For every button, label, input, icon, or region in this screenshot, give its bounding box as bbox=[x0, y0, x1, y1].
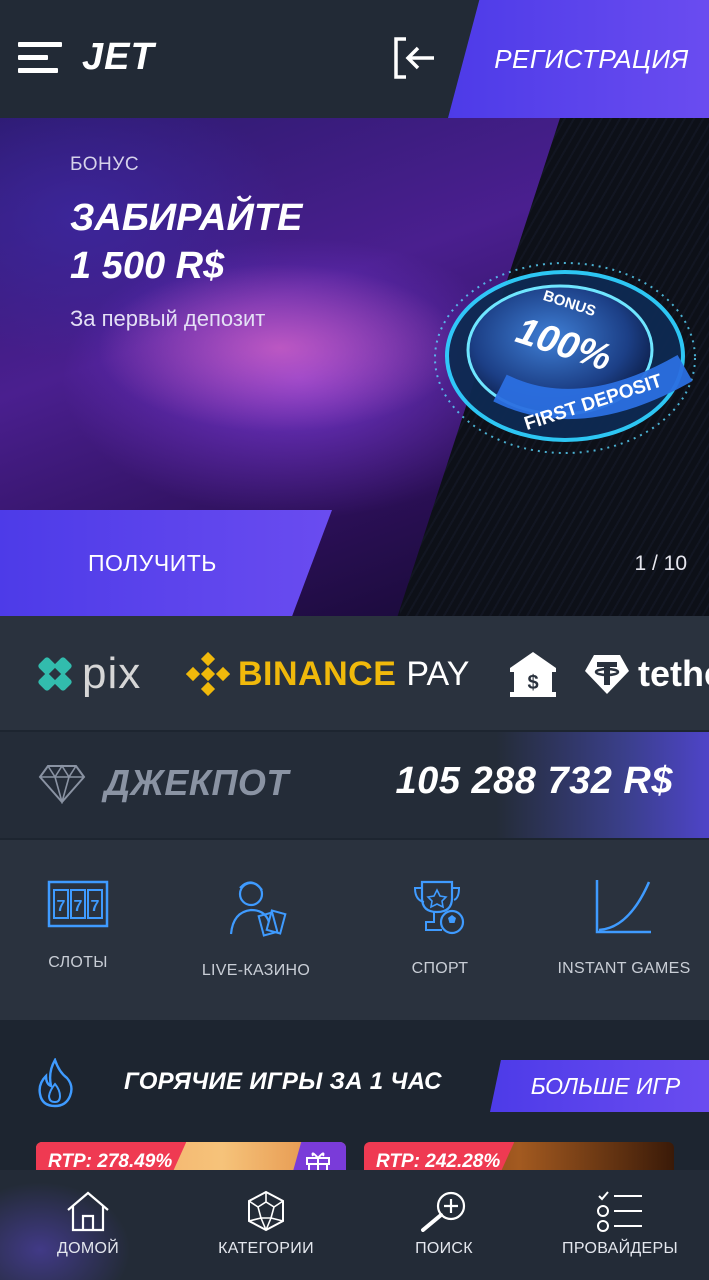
search-icon bbox=[421, 1191, 466, 1232]
nav-search[interactable]: ПОИСК bbox=[364, 1190, 524, 1258]
jackpot-bar: ДЖЕКПОТ 105 288 732 R$ bbox=[0, 732, 709, 838]
register-button[interactable]: РЕГИСТРАЦИЯ bbox=[448, 0, 709, 118]
category-label-sport: СПОРТ bbox=[411, 960, 469, 977]
category-slots[interactable]: 7 7 7 СЛОТЫ bbox=[0, 878, 158, 972]
banner-subtitle: За первый депозит bbox=[70, 306, 266, 331]
login-icon[interactable] bbox=[392, 36, 438, 80]
logo[interactable]: JET bbox=[82, 36, 155, 79]
flame-icon bbox=[38, 1058, 73, 1108]
binance-icon bbox=[186, 652, 230, 696]
category-shortcuts: 7 7 7 СЛОТЫ LIVE-КАЗИНО СПОРТ INSTANT GA… bbox=[0, 840, 709, 1020]
app-page: JET РЕГИСТРАЦИЯ БОНУС ЗАБИРАЙТЕ 1 500 R$… bbox=[0, 0, 709, 1280]
binance-pay-logo: BINANCE PAY bbox=[186, 652, 469, 696]
nav-label-providers: ПРОВАЙДЕРЫ bbox=[562, 1240, 678, 1257]
get-bonus-button[interactable]: ПОЛУЧИТЬ bbox=[0, 510, 332, 616]
nav-label-home: ДОМОЙ bbox=[56, 1240, 120, 1257]
payment-methods-strip: pix BINANCE PAY $ teth bbox=[0, 616, 709, 730]
tether-text: tethe bbox=[638, 653, 709, 694]
menu-icon[interactable] bbox=[18, 42, 64, 74]
binance-text: BINANCE bbox=[238, 654, 397, 693]
categories-icon bbox=[248, 1190, 284, 1232]
banner-title: ЗАБИРАЙТЕ 1 500 R$ bbox=[70, 194, 302, 290]
jackpot-label: ДЖЕКПОТ bbox=[104, 762, 289, 803]
slide-counter: 1 / 10 bbox=[634, 552, 687, 575]
sport-trophy-icon bbox=[413, 880, 465, 935]
banner-title-line1: ЗАБИРАЙТЕ bbox=[70, 197, 303, 239]
bonus-coin-image: BONUS 100% FIRST DEPOSIT bbox=[434, 262, 696, 454]
category-label-instant-games: INSTANT GAMES bbox=[557, 960, 691, 977]
nav-home[interactable]: ДОМОЙ bbox=[8, 1190, 168, 1258]
more-games-button[interactable]: БОЛЬШЕ ИГР bbox=[490, 1060, 709, 1112]
instant-games-icon bbox=[595, 880, 651, 934]
hot-games-title: ГОРЯЧИЕ ИГРЫ ЗА 1 ЧАС bbox=[124, 1068, 442, 1095]
top-header: JET РЕГИСТРАЦИЯ bbox=[0, 0, 709, 118]
nav-label-categories: КАТЕГОРИИ bbox=[218, 1240, 314, 1257]
nav-label-search: ПОИСК bbox=[415, 1240, 473, 1257]
bottom-navigation: ДОМОЙ КАТЕГОРИИ ПОИСК ПРОВАЙДЕРЫ bbox=[0, 1170, 709, 1280]
slots-icon: 7 7 7 bbox=[47, 880, 109, 928]
svg-text:7: 7 bbox=[57, 898, 66, 915]
category-label-live-casino: LIVE-КАЗИНО bbox=[201, 962, 311, 979]
category-live-casino[interactable]: LIVE-КАЗИНО bbox=[176, 878, 336, 980]
svg-text:7: 7 bbox=[74, 898, 83, 915]
tether-logo: tethe bbox=[584, 652, 709, 696]
nav-providers[interactable]: ПРОВАЙДЕРЫ bbox=[540, 1190, 700, 1258]
banner-tag: БОНУС bbox=[70, 154, 140, 175]
svg-text:7: 7 bbox=[91, 898, 100, 915]
providers-icon bbox=[597, 1191, 642, 1232]
tether-icon bbox=[585, 655, 629, 694]
category-instant-games[interactable]: INSTANT GAMES bbox=[544, 878, 704, 978]
bank-transfer-logo: $ bbox=[508, 652, 558, 697]
jackpot-value: 105 288 732 R$ bbox=[395, 760, 673, 802]
live-casino-icon bbox=[229, 881, 287, 937]
category-label-slots: СЛОТЫ bbox=[48, 954, 108, 971]
nav-categories[interactable]: КАТЕГОРИИ bbox=[186, 1190, 346, 1258]
binance-pay-text: PAY bbox=[406, 654, 470, 693]
home-icon bbox=[67, 1191, 109, 1232]
banner-title-line2: 1 500 R$ bbox=[70, 245, 225, 287]
promo-banner[interactable]: БОНУС ЗАБИРАЙТЕ 1 500 R$ За первый депоз… bbox=[0, 118, 709, 616]
bank-icon: $ bbox=[510, 652, 556, 697]
category-sport[interactable]: СПОРТ bbox=[360, 878, 520, 978]
pix-diamond-icon bbox=[38, 657, 72, 691]
svg-text:$: $ bbox=[527, 672, 538, 694]
pix-text: pix bbox=[82, 649, 142, 698]
pix-logo: pix bbox=[34, 649, 142, 698]
diamond-icon bbox=[38, 764, 86, 804]
